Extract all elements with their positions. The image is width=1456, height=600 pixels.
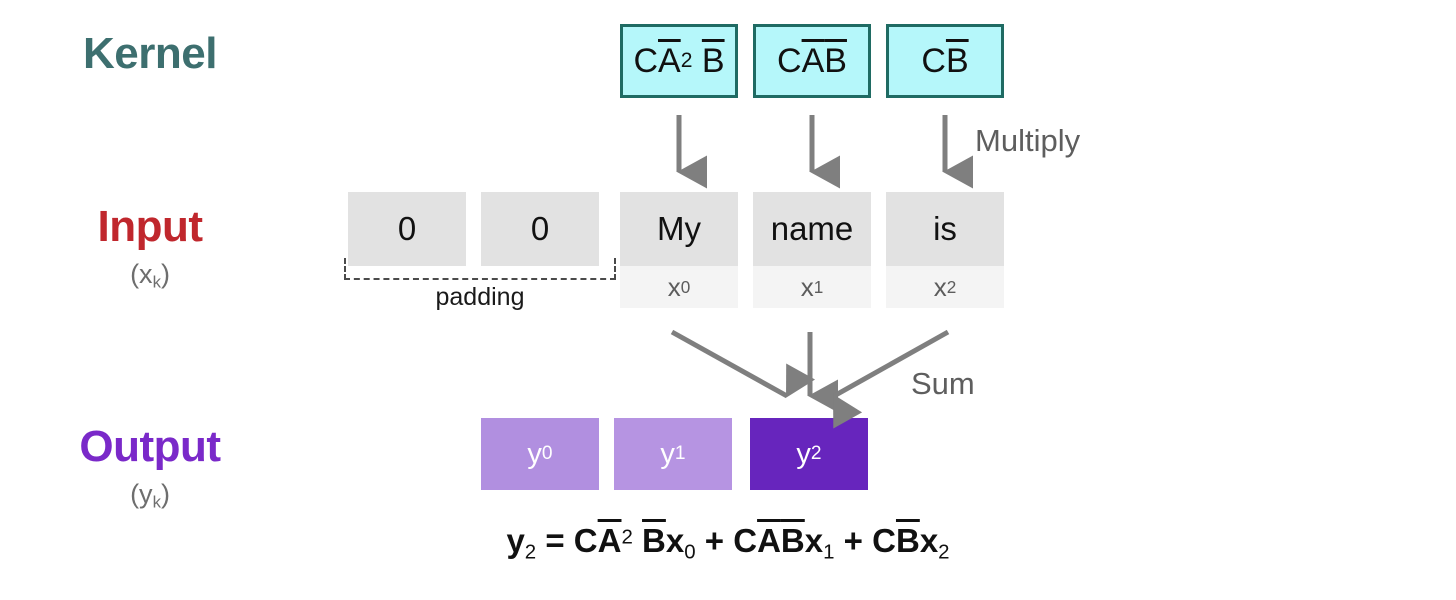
output-sub-index: k — [152, 492, 161, 512]
row-label-kernel: Kernel — [0, 32, 300, 76]
eq-t1-b: B — [642, 522, 666, 559]
input-token-var-2: x — [933, 271, 947, 302]
eq-t1-x-index: 0 — [684, 540, 696, 564]
eq-t1-x: x — [665, 522, 685, 559]
kernel-1-a: A — [801, 41, 825, 80]
kernel-0-a: A — [658, 41, 681, 80]
input-token-index-2: x2 — [886, 266, 1004, 308]
padding-bracket — [344, 258, 616, 280]
output-cell-0: y0 — [481, 418, 599, 490]
input-token-subscript-1: 1 — [813, 276, 824, 297]
input-token-word-1: name — [753, 192, 871, 266]
input-token-cell-1: name x1 — [753, 192, 871, 308]
kernel-0-b: B — [701, 41, 725, 80]
input-sub-index: k — [152, 272, 161, 292]
row-label-output: Output (yk) — [0, 425, 300, 511]
output-subscript-1: 1 — [674, 443, 686, 464]
eq-t2-c: C — [733, 522, 758, 559]
eq-t1-a: A — [597, 522, 622, 559]
input-sub-close: ) — [160, 259, 170, 289]
output-var-0: y — [527, 437, 542, 470]
eq-lhs-index: 2 — [524, 540, 537, 564]
input-token-word-2: is — [886, 192, 1004, 266]
eq-t2-a: A — [757, 522, 781, 559]
padding-label: padding — [435, 283, 525, 311]
sum-arrow-left — [670, 329, 816, 399]
input-token-subscript-2: 2 — [946, 276, 957, 297]
input-padding-cell-1: 0 — [481, 192, 599, 266]
row-title-kernel: Kernel — [83, 29, 217, 78]
output-cell-1: y1 — [614, 418, 732, 490]
input-padding-cell-0: 0 — [348, 192, 466, 266]
kernel-0-exponent: 2 — [680, 49, 693, 72]
sum-label: Sum — [911, 366, 975, 401]
input-token-var-0: x — [667, 271, 681, 302]
output-var-2: y — [796, 437, 811, 470]
input-token-cell-0: My x0 — [620, 192, 738, 308]
input-token-index-1: x1 — [753, 266, 871, 308]
eq-t3-x-index: 2 — [938, 540, 950, 564]
kernel-1-c: C — [777, 41, 802, 80]
output-equation: y2 = CA2 Bx0 + CABx1 + CBx2 — [0, 522, 1456, 565]
output-sub-close: ) — [160, 479, 170, 509]
input-padding-value-0: 0 — [348, 192, 466, 266]
eq-plus-1: + — [704, 522, 725, 559]
row-label-input: Input (xk) — [0, 205, 300, 291]
eq-t1-c: C — [573, 522, 598, 559]
row-title-input: Input — [97, 202, 203, 251]
input-token-cell-2: is x2 — [886, 192, 1004, 308]
eq-plus-2: + — [843, 522, 863, 559]
eq-t1-exp: 2 — [621, 525, 633, 549]
eq-t3-b: B — [895, 522, 920, 559]
row-title-output: Output — [79, 422, 221, 471]
kernel-box-1: CAB — [753, 24, 871, 98]
input-padding-value-1: 0 — [481, 192, 599, 266]
output-cell-2-highlighted: y2 — [750, 418, 868, 490]
input-token-subscript-0: 0 — [680, 276, 691, 297]
row-subtitle-input: (xk) — [0, 261, 300, 291]
kernel-box-2: CB — [886, 24, 1004, 98]
input-token-word-0: My — [620, 192, 738, 266]
eq-t2-b: B — [780, 522, 805, 559]
output-subscript-0: 0 — [541, 443, 553, 464]
eq-t3-x: x — [919, 522, 939, 559]
eq-t3-c: C — [872, 522, 896, 559]
kernel-1-b: B — [824, 41, 847, 80]
kernel-2-b: B — [945, 41, 969, 80]
input-token-index-0: x0 — [620, 266, 738, 308]
output-var-1: y — [660, 437, 675, 470]
input-token-var-1: x — [800, 271, 814, 302]
kernel-box-0: CA2 B — [620, 24, 738, 98]
row-subtitle-output: (yk) — [0, 481, 300, 511]
eq-t2-x: x — [804, 522, 824, 559]
eq-t2-x-index: 1 — [823, 540, 835, 564]
output-sub-open: (y — [130, 479, 153, 509]
output-subscript-2: 2 — [810, 443, 822, 464]
input-sub-open: (x — [130, 259, 153, 289]
eq-lhs-var: y — [506, 522, 525, 559]
eq-equals: = — [545, 522, 565, 559]
diagram-canvas: Kernel Input (xk) Output (yk) CA2 B CAB … — [0, 0, 1456, 600]
kernel-0-c: C — [633, 41, 658, 80]
kernel-2-c: C — [921, 41, 946, 80]
multiply-label: Multiply — [975, 123, 1081, 158]
